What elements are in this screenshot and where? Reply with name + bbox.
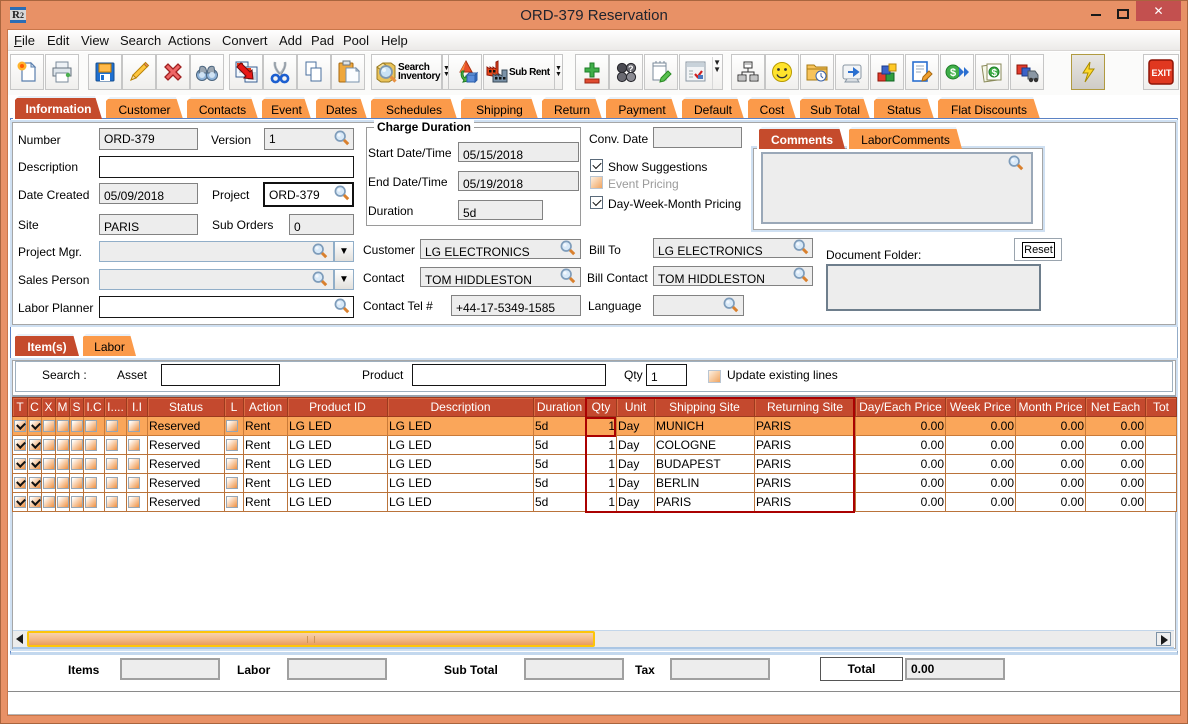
svg-text:$: $: [992, 68, 998, 79]
svg-text:EXIT: EXIT: [1152, 68, 1173, 78]
svg-text:?: ?: [628, 64, 634, 74]
svg-text:$: $: [950, 67, 956, 79]
